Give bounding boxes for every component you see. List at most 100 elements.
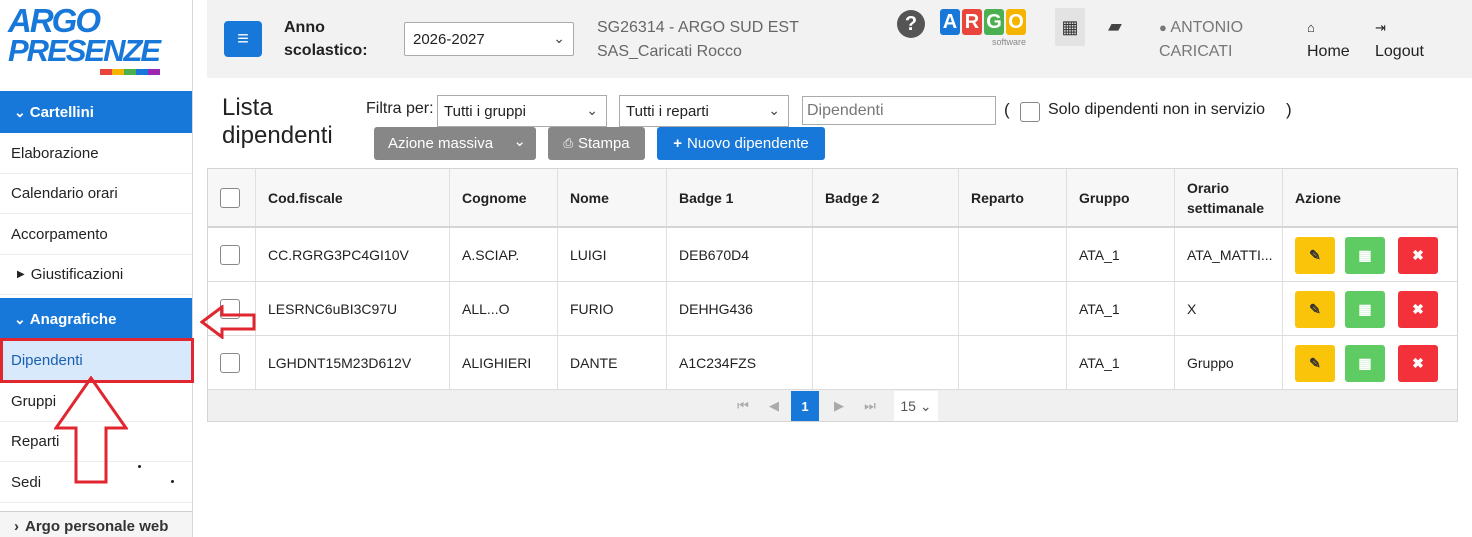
column-header[interactable]: Cod.fiscale (256, 169, 450, 226)
sidebar-section-argo-personale-web[interactable]: › Argo personale web (0, 511, 192, 537)
column-header[interactable]: Reparto (959, 169, 1067, 226)
year-select[interactable]: 2026-2027 ⌄ (404, 22, 574, 56)
table-cell: ATA_MATTI... (1175, 228, 1283, 281)
department-filter-value: Tutti i reparti (626, 102, 709, 120)
user-icon: ● (1159, 20, 1167, 35)
row-actions: ✎ ▦ ✖ (1283, 282, 1459, 335)
per-page-select[interactable]: 15 ⌄ (894, 391, 938, 421)
column-header[interactable]: Badge 2 (813, 169, 959, 226)
table-cell (813, 336, 959, 389)
sidebar-item-elaborazione[interactable]: Elaborazione (0, 134, 192, 174)
user-menu[interactable]: ● ANTONIO CARICATI (1159, 16, 1243, 64)
mass-action-label: Azione massiva (388, 135, 494, 152)
column-header[interactable]: Azione (1283, 169, 1459, 226)
column-header[interactable]: Orario settimanale (1175, 169, 1283, 226)
sidebar-item-calendario-orari[interactable]: Calendario orari (0, 174, 192, 214)
column-header[interactable]: Cognome (450, 169, 558, 226)
mass-action-button[interactable]: Azione massiva ⌄ (374, 127, 536, 160)
stray-dot (138, 465, 141, 468)
calculator-icon[interactable]: ▦ (1055, 8, 1085, 46)
user-last-name: CARICATI (1159, 43, 1233, 60)
edit-pencil-icon[interactable]: ✎ (1295, 291, 1335, 328)
logout-icon: ⇥ (1375, 20, 1386, 35)
argo-logo-letter: G (984, 9, 1004, 35)
delete-x-icon[interactable]: ✖ (1398, 345, 1438, 382)
table-cell: X (1175, 282, 1283, 335)
first-page-icon[interactable]: ⏮ (729, 391, 757, 421)
calendar-icon[interactable]: ▦ (1345, 345, 1385, 382)
prev-page-icon[interactable]: ◀ (760, 391, 788, 421)
sidebar-item-giustificazioni[interactable]: ▶ Giustificazioni (0, 255, 192, 295)
row-select-checkbox[interactable] (220, 244, 240, 265)
new-employee-button[interactable]: + Nuovo dipendente (657, 127, 825, 160)
last-page-icon[interactable]: ⏭ (856, 391, 884, 421)
select-all-checkbox[interactable] (220, 187, 240, 208)
argo-logo-letter: A (940, 9, 960, 35)
menu-toggle-button[interactable]: ≡ (224, 21, 262, 57)
column-header[interactable]: Badge 1 (667, 169, 813, 226)
table-cell: A1C234FZS (667, 336, 813, 389)
row-select-cell (208, 336, 256, 389)
table-cell (813, 282, 959, 335)
sidebar-section-anagrafiche[interactable]: ⌄ Anagrafiche (0, 298, 192, 340)
calendar-icon[interactable]: ▦ (1345, 237, 1385, 274)
logout-link[interactable]: ⇥ Logout (1375, 16, 1424, 64)
row-select-checkbox[interactable] (220, 352, 240, 373)
print-button[interactable]: ⎙ Stampa (548, 127, 645, 160)
anno-label-line-1: Anno (284, 19, 325, 36)
sidebar-section-cartellini[interactable]: ⌄ Cartellini (0, 91, 192, 133)
home-link[interactable]: ⌂ Home (1307, 16, 1350, 64)
table-cell: FURIO (558, 282, 667, 335)
top-bar: ≡ Anno scolastico: 2026-2027 ⌄ SG26314 -… (207, 0, 1472, 78)
print-label: Stampa (577, 135, 630, 152)
page-title: Lista dipendenti (222, 94, 333, 150)
logout-label: Logout (1375, 43, 1424, 60)
table-cell (959, 228, 1067, 281)
home-icon: ⌂ (1307, 20, 1315, 35)
sidebar-item-accorpamento[interactable]: Accorpamento (0, 215, 192, 255)
argo-logo-letter: O (1006, 9, 1026, 35)
employee-search-input[interactable] (802, 96, 996, 125)
edit-pencil-icon[interactable]: ✎ (1295, 345, 1335, 382)
table-cell (959, 282, 1067, 335)
next-page-icon[interactable]: ▶ (825, 391, 853, 421)
sidebar-item-label: Elaborazione (11, 145, 99, 162)
table-cell (813, 228, 959, 281)
group-filter-select[interactable]: Tutti i gruppi ⌄ (437, 95, 607, 127)
chevron-down-icon: ⌄ (919, 397, 932, 414)
page-title-line-1: Lista (222, 94, 273, 121)
table-cell: ALIGHIERI (450, 336, 558, 389)
argo-presenze-logo[interactable]: ARGO PRESENZE (8, 4, 161, 78)
anno-scolastico-label: Anno scolastico: (284, 16, 368, 62)
argo-software-logo[interactable]: ARGO software (940, 9, 1030, 49)
edit-pencil-icon[interactable]: ✎ (1295, 237, 1335, 274)
printer-icon: ⎙ (563, 136, 573, 150)
filter-label: Filtra per: (366, 100, 434, 117)
logo-color-stripe (100, 69, 160, 75)
column-header[interactable]: Gruppo (1067, 169, 1175, 226)
chevron-down-icon: ⌄ (513, 133, 526, 150)
table-cell: LUIGI (558, 228, 667, 281)
paren-open: ( (1004, 100, 1010, 119)
sidebar-section-label: Cartellini (29, 103, 94, 121)
argo-logo-letter: R (962, 9, 982, 35)
book-icon[interactable]: ▰ (1108, 16, 1122, 37)
new-employee-label: Nuovo dipendente (687, 135, 809, 152)
paren-close: ) (1286, 100, 1292, 119)
department-filter-select[interactable]: Tutti i reparti ⌄ (619, 95, 789, 127)
page-button-current[interactable]: 1 (791, 391, 819, 421)
solo-non-in-servizio-checkbox[interactable] (1020, 102, 1040, 122)
table-cell: Gruppo (1175, 336, 1283, 389)
delete-x-icon[interactable]: ✖ (1398, 291, 1438, 328)
pagination: ⏮ ◀ 1 ▶ ⏭ 15 ⌄ (208, 390, 1457, 421)
sidebar-item-label: Giustificazioni (30, 266, 124, 283)
table-header: Cod.fiscale Cognome Nome Badge 1 Badge 2 Repa… (208, 169, 1457, 228)
delete-x-icon[interactable]: ✖ (1398, 237, 1438, 274)
app-root: ARGO PRESENZE ⌄ Cartellini Elaborazione … (0, 0, 1472, 537)
column-header[interactable]: Nome (558, 169, 667, 226)
help-icon[interactable]: ? (897, 10, 925, 38)
hamburger-icon: ≡ (237, 27, 249, 50)
year-select-value: 2026-2027 (413, 30, 485, 48)
anno-label-line-2: scolastico: (284, 42, 368, 59)
calendar-icon[interactable]: ▦ (1345, 291, 1385, 328)
